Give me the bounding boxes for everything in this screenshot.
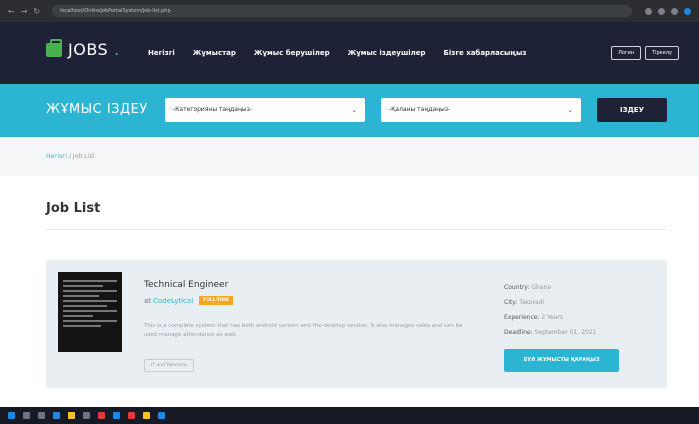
category-select[interactable]: -Категорияны таңдаңыз- ⌄ [165, 98, 365, 122]
nav-employers[interactable]: Жұмыс берушілер [254, 49, 330, 57]
company-link[interactable]: CodeLytical [153, 297, 193, 305]
star-icon[interactable] [658, 7, 665, 15]
top-navigation: JOBS. Негізгі Жұмыстар Жұмыс берушілер Ж… [0, 22, 699, 84]
taskview-icon[interactable] [38, 412, 45, 419]
address-bar[interactable]: localhost/OnlineJobPortalSystem/job-list… [52, 5, 633, 17]
experience-value: 2 Years [541, 314, 563, 321]
logo-text: JOBS [68, 40, 109, 59]
main-menu: Негізгі Жұмыстар Жұмыс берушілер Жұмыс і… [148, 49, 526, 57]
menu-icon[interactable] [684, 7, 691, 15]
job-title[interactable]: Technical Engineer [144, 280, 228, 290]
search-button[interactable]: ІЗДЕУ [597, 98, 667, 122]
city-select-value: -Қаланы таңдаңыз- [389, 106, 451, 113]
experience-label: Experience: [504, 314, 540, 321]
city-label: City: [504, 299, 518, 306]
nav-contact[interactable]: Бізге хабарласыңыз [444, 49, 527, 57]
breadcrumb-current: Job List [72, 153, 95, 160]
login-button[interactable]: Логин [611, 46, 642, 60]
nav-jobseekers[interactable]: Жұмыс іздеушілер [348, 49, 426, 57]
divider [46, 229, 667, 230]
job-description: This is a complete system that has both … [144, 323, 463, 338]
breadcrumb-home[interactable]: Негізгі [46, 153, 67, 160]
view-job-button[interactable]: БҰЛ ЖҰМЫСТЫ ҚАРАҢЫЗ [504, 349, 619, 372]
register-button[interactable]: Тіркелу [645, 46, 679, 60]
category-select-value: -Категорияны таңдаңыз- [173, 106, 253, 113]
city-select[interactable]: -Қаланы таңдаңыз- ⌄ [381, 98, 581, 122]
search-title: ЖҰМЫС ІЗДЕУ [46, 102, 148, 117]
job-type-badge: FULL-TIME [199, 296, 234, 305]
extension-icon[interactable] [645, 7, 652, 15]
forward-icon[interactable]: → [21, 7, 28, 16]
country-value: Ghana [531, 284, 551, 291]
site-logo[interactable]: JOBS. [46, 38, 120, 59]
job-meta: Country: Ghana City: Takoradi Experience… [504, 280, 596, 340]
deadline-row: Deadline: September 01, 2021 [504, 325, 596, 340]
city-value: Takoradi [519, 299, 545, 306]
edge-icon[interactable] [53, 412, 60, 419]
word-icon[interactable] [113, 412, 120, 419]
page-title: Job List [46, 201, 101, 216]
app-icon[interactable] [158, 412, 165, 419]
deadline-label: Deadline: [504, 329, 533, 336]
profile-icon[interactable] [671, 7, 678, 15]
app-icon[interactable] [128, 412, 135, 419]
folder-icon[interactable] [68, 412, 75, 419]
chrome-icon[interactable] [98, 412, 105, 419]
breadcrumb-separator: / [68, 153, 71, 160]
company-prefix: at [144, 296, 152, 305]
browser-actions [645, 7, 691, 15]
chevron-down-icon: ⌄ [351, 106, 357, 114]
country-label: Country: [504, 284, 530, 291]
start-icon[interactable] [8, 412, 15, 419]
job-search-band: ЖҰМЫС ІЗДЕУ -Категорияны таңдаңыз- ⌄ -Қа… [0, 84, 699, 137]
back-icon[interactable]: ← [8, 7, 15, 16]
breadcrumb-band: Негізгі / Job List [0, 137, 699, 176]
deadline-value: September 01, 2021 [534, 329, 597, 336]
browser-toolbar: ← → ↻ localhost/OnlineJobPortalSystem/jo… [0, 0, 699, 22]
breadcrumb: Негізгі / Job List [46, 153, 95, 160]
taskbar [0, 407, 699, 424]
chevron-down-icon: ⌄ [567, 106, 573, 114]
auth-buttons: Логин Тіркелу [611, 46, 679, 60]
reload-icon[interactable]: ↻ [33, 7, 40, 16]
experience-row: Experience: 2 Years [504, 310, 596, 325]
app-icon[interactable] [143, 412, 150, 419]
nav-jobs[interactable]: Жұмыстар [193, 49, 236, 57]
job-thumbnail[interactable] [58, 272, 122, 352]
logo-dot: . [114, 40, 120, 59]
country-row: Country: Ghana [504, 280, 596, 295]
app-icon[interactable] [83, 412, 90, 419]
search-icon[interactable] [23, 412, 30, 419]
city-row: City: Takoradi [504, 295, 596, 310]
category-tag[interactable]: IT and Telecoms [144, 359, 195, 372]
job-card: Technical Engineer at CodeLytical FULL-T… [46, 260, 667, 388]
nav-home[interactable]: Негізгі [148, 49, 175, 57]
briefcase-icon [46, 38, 62, 57]
job-company-line: at CodeLytical FULL-TIME [144, 296, 234, 305]
